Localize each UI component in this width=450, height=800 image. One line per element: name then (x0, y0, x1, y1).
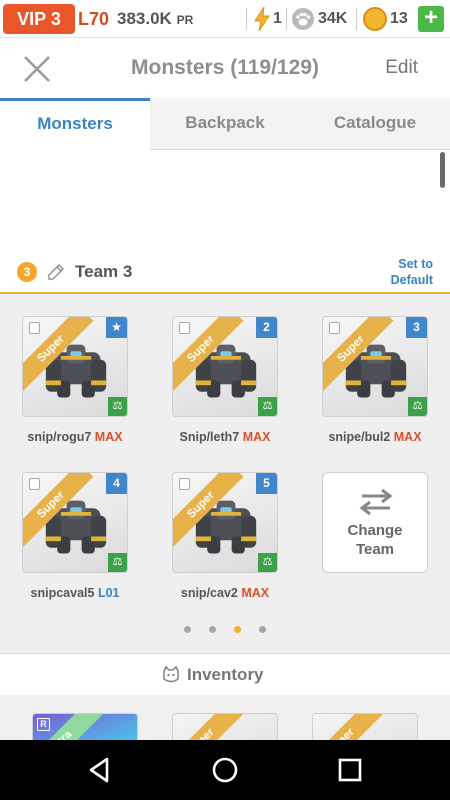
change-team-label: Change Team (323, 521, 427, 559)
libra-icon: ⚖ (108, 553, 127, 572)
page-dot[interactable] (209, 626, 216, 633)
scrollbar[interactable] (440, 152, 445, 188)
player-level: L70 (78, 9, 110, 29)
slot-badge: 4 (106, 473, 127, 494)
paw-glyph (296, 12, 311, 26)
inventory-card[interactable]: R Ultra (32, 713, 138, 740)
monster-label: snipcaval5 L01 (2, 586, 148, 600)
change-team-button[interactable]: Change Team (322, 472, 428, 573)
team-number-badge: 3 (17, 262, 37, 282)
monster-name: snipe/bul2 (328, 430, 391, 444)
coin-icon (363, 7, 387, 31)
recents-icon[interactable] (335, 755, 365, 785)
pencil-icon[interactable] (46, 262, 66, 282)
power-rating: 383.0K PR (117, 9, 193, 29)
monster-card[interactable]: Super 2 ⚖ Snip/leth7 MAX (172, 316, 278, 444)
page-indicator (0, 620, 450, 633)
energy-icon (254, 6, 270, 32)
monster-label: snip/cav2 MAX (152, 586, 298, 600)
change-team-line2: Team (355, 541, 395, 558)
monster-card[interactable]: Super 5 ⚖ snip/cav2 MAX (172, 472, 278, 600)
libra-icon: ⚖ (108, 397, 127, 416)
team-header: 3 Team 3 Set to Default (0, 250, 450, 294)
monster-label: snipe/bul2 MAX (302, 430, 448, 444)
monster-level: MAX (393, 430, 422, 444)
app-root: VIP 3 L70 383.0K PR 1 34K 13 + Monsters … (0, 0, 450, 800)
inventory-list: R Ultra Super Super (0, 695, 450, 740)
slot-badge: 3 (406, 317, 427, 338)
content-area (0, 150, 450, 250)
page-title: Monsters (119/129) (131, 56, 319, 79)
page-dot[interactable] (184, 626, 191, 633)
system-nav-bar (0, 740, 450, 800)
rarity-tag: R (37, 718, 50, 731)
monster-level: MAX (241, 586, 270, 600)
page-dot[interactable] (234, 626, 241, 633)
slot-badge: ★ (106, 317, 127, 338)
set-to-default-button[interactable]: Set to Default (391, 256, 433, 288)
power-unit: PR (176, 13, 194, 27)
monster-portrait[interactable]: Super 3 ⚖ (322, 316, 428, 417)
inventory-card[interactable]: Super (172, 713, 278, 740)
monster-name: snip/cav2 (180, 586, 238, 600)
coin-count: 13 (390, 10, 408, 27)
info-icon (329, 322, 340, 334)
info-icon (179, 478, 190, 490)
tab-bar: Monsters Backpack Catalogue (0, 98, 450, 151)
monster-name: Snip/leth7 (179, 430, 240, 444)
info-icon (179, 322, 190, 334)
inventory-card[interactable]: Super (312, 713, 418, 740)
monster-portrait[interactable]: Super 5 ⚖ (172, 472, 278, 573)
libra-icon: ⚖ (258, 397, 277, 416)
libra-icon: ⚖ (258, 553, 277, 572)
tab-backpack[interactable]: Backpack (150, 98, 300, 150)
change-team-line1: Change (347, 522, 403, 539)
buy-coins-button[interactable]: + (418, 6, 444, 32)
vip-badge[interactable]: VIP 3 (3, 4, 75, 34)
tab-monsters[interactable]: Monsters (0, 98, 150, 151)
set-default-line2: Default (390, 273, 433, 287)
resource-bar: VIP 3 L70 383.0K PR 1 34K 13 + (0, 0, 450, 38)
monster-name: snipcaval5 (30, 586, 95, 600)
slot-badge: 5 (256, 473, 277, 494)
swap-icon (359, 488, 393, 516)
tab-catalogue[interactable]: Catalogue (300, 98, 450, 150)
monster-level: L01 (97, 586, 120, 600)
monster-face-icon (163, 665, 179, 683)
energy-count: 1 (273, 10, 282, 27)
monster-portrait[interactable]: Super 4 ⚖ (22, 472, 128, 573)
monster-portrait[interactable]: Super 2 ⚖ (172, 316, 278, 417)
info-icon (29, 322, 40, 334)
paw-count: 34K (318, 10, 348, 27)
edit-button[interactable]: Edit (385, 57, 418, 79)
divider (286, 8, 287, 30)
monster-card[interactable]: Super ★ ⚖ snip/rogu7 MAX (22, 316, 128, 444)
inventory-title: Inventory (187, 665, 264, 684)
monster-label: Snip/leth7 MAX (152, 430, 298, 444)
back-icon[interactable] (85, 755, 115, 785)
home-icon[interactable] (210, 755, 240, 785)
set-default-line1: Set to (398, 257, 433, 271)
info-icon (29, 478, 40, 490)
inventory-header[interactable]: Inventory (0, 653, 450, 695)
divider (356, 8, 357, 30)
monster-level: MAX (94, 430, 123, 444)
monster-portrait[interactable]: Super ★ ⚖ (22, 316, 128, 417)
libra-icon: ⚖ (408, 397, 427, 416)
team-name: Team 3 (75, 262, 133, 281)
monster-level: MAX (242, 430, 271, 444)
slot-badge: 2 (256, 317, 277, 338)
monster-card[interactable]: Super 4 ⚖ snipcaval5 L01 (22, 472, 128, 600)
paw-icon (292, 8, 314, 30)
monster-name: snip/rogu7 (27, 430, 92, 444)
page-dot[interactable] (259, 626, 266, 633)
page-header: Monsters (119/129) Edit (0, 38, 450, 98)
ribbon: Super (173, 714, 244, 740)
ribbon: Super (313, 714, 384, 740)
power-value: 383.0K (117, 9, 172, 28)
monster-card[interactable]: Super 3 ⚖ snipe/bul2 MAX (322, 316, 428, 444)
monster-label: snip/rogu7 MAX (2, 430, 148, 444)
divider (246, 8, 247, 30)
